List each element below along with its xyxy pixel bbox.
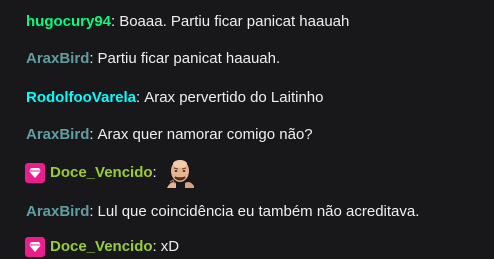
diamond-icon[interactable] xyxy=(25,163,45,183)
chat-username[interactable]: Doce_Vencido xyxy=(50,235,153,259)
chat-separator: : xyxy=(152,164,157,181)
chat-username[interactable]: AraxBird xyxy=(26,200,89,224)
chat-message: RodolfooVarela: Arax pervertido do Laitin… xyxy=(26,86,323,110)
chat-username[interactable]: AraxBird xyxy=(26,47,89,71)
chat-message-text: Arax pervertido do Laitinho xyxy=(144,89,324,106)
chat-separator: : xyxy=(89,126,94,143)
chat-message: Doce_Vencido: xD xyxy=(25,235,179,259)
diamond-icon[interactable] xyxy=(25,237,45,257)
chat-message: AraxBird: Lul que coincidência eu também … xyxy=(26,200,419,224)
chat-message-text: Partiu ficar panicat haauah. xyxy=(97,50,281,67)
chat-username[interactable]: RodolfooVarela xyxy=(26,86,136,110)
chat-message-text: xD xyxy=(160,238,180,255)
chat-message-text: Arax quer namorar comigo não? xyxy=(97,126,313,143)
chat-panel: hugocury94: Boaaa. Partiu ficar panicat h… xyxy=(0,0,494,259)
chat-separator: : xyxy=(111,13,116,30)
bald-man-emote[interactable] xyxy=(163,156,197,190)
chat-message-text: Lul que coincidência eu também não acred… xyxy=(97,203,420,220)
chat-message: AraxBird: Partiu ficar panicat haauah. xyxy=(26,47,280,71)
chat-separator: : xyxy=(152,238,157,255)
chat-username[interactable]: hugocury94 xyxy=(26,10,111,34)
chat-separator: : xyxy=(89,50,94,67)
chat-message: AraxBird: Arax quer namorar comigo não? xyxy=(26,123,313,147)
chat-username[interactable]: AraxBird xyxy=(26,123,89,147)
chat-message: hugocury94: Boaaa. Partiu ficar panicat h… xyxy=(26,10,349,34)
chat-separator: : xyxy=(89,203,94,220)
chat-username[interactable]: Doce_Vencido xyxy=(50,161,153,185)
chat-separator: : xyxy=(136,89,141,106)
chat-message-text: Boaaa. Partiu ficar panicat haauah xyxy=(119,13,350,30)
chat-message: Doce_Vencido: xyxy=(25,160,197,188)
